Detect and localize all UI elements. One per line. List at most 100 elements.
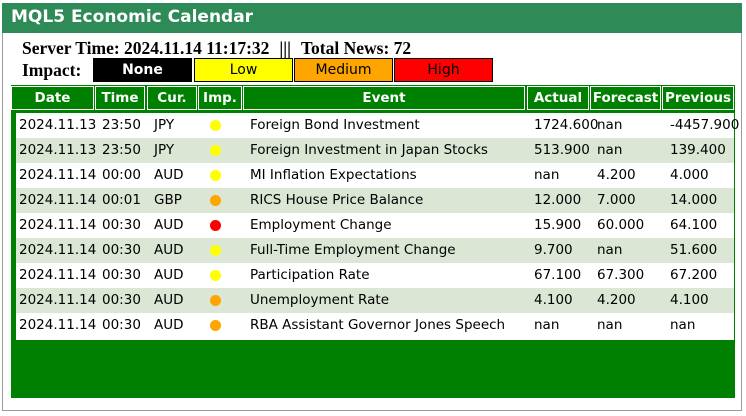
impact-none-button[interactable]: None bbox=[93, 58, 192, 82]
cell-date: 2024.11.14 bbox=[19, 317, 97, 333]
cell-forecast: 60.000 bbox=[597, 217, 645, 233]
importance-medium-icon bbox=[210, 295, 221, 306]
cell-forecast: 7.000 bbox=[597, 192, 636, 208]
cell-event: Foreign Bond Investment bbox=[250, 117, 420, 133]
table-row: 2024.11.14 00:00 AUD MI Inflation Expectati… bbox=[16, 163, 734, 188]
separator: ||| bbox=[279, 38, 291, 58]
importance-low-icon bbox=[210, 245, 221, 256]
cell-time: 00:30 bbox=[102, 267, 141, 283]
cell-previous: 14.000 bbox=[670, 192, 718, 208]
cell-previous: 139.400 bbox=[670, 142, 726, 158]
impact-low-button[interactable]: Low bbox=[194, 58, 293, 82]
cell-event: RICS House Price Balance bbox=[250, 192, 424, 208]
cell-actual: nan bbox=[534, 167, 560, 183]
table-row: 2024.11.13 23:50 JPY Foreign Investment in … bbox=[16, 138, 734, 163]
cell-previous: 4.100 bbox=[670, 292, 709, 308]
table-row: 2024.11.14 00:30 AUD Full-Time Employment C… bbox=[16, 238, 734, 263]
importance-low-icon bbox=[210, 120, 221, 131]
column-header-importance[interactable]: Imp. bbox=[198, 86, 242, 110]
column-header-event[interactable]: Event bbox=[243, 86, 525, 110]
importance-high-icon bbox=[210, 220, 221, 231]
cell-currency: AUD bbox=[154, 167, 184, 183]
cell-forecast: nan bbox=[597, 117, 623, 133]
table-row: 2024.11.14 00:30 AUD Employment Change 15.90… bbox=[16, 213, 734, 238]
cell-previous: 4.000 bbox=[670, 167, 709, 183]
cell-forecast: 4.200 bbox=[597, 167, 636, 183]
cell-date: 2024.11.13 bbox=[19, 142, 97, 158]
cell-event: Unemployment Rate bbox=[250, 292, 390, 308]
cell-time: 00:01 bbox=[102, 192, 141, 208]
cell-actual: 1724.600 bbox=[534, 117, 599, 133]
column-header-forecast[interactable]: Forecast bbox=[590, 86, 661, 110]
title-bar: MQL5 Economic Calendar bbox=[2, 3, 742, 33]
cell-currency: AUD bbox=[154, 292, 184, 308]
column-header-currency[interactable]: Cur. bbox=[147, 86, 197, 110]
cell-previous: 67.200 bbox=[670, 267, 718, 283]
cell-date: 2024.11.14 bbox=[19, 267, 97, 283]
cell-currency: AUD bbox=[154, 242, 184, 258]
cell-event: RBA Assistant Governor Jones Speech bbox=[250, 317, 506, 333]
table-row: 2024.11.14 00:30 AUD Unemployment Rate 4.100… bbox=[16, 288, 734, 313]
cell-event: Employment Change bbox=[250, 217, 392, 233]
importance-medium-icon bbox=[210, 320, 221, 331]
cell-previous: 64.100 bbox=[670, 217, 718, 233]
column-header-previous[interactable]: Previous bbox=[662, 86, 734, 110]
column-header-time[interactable]: Time bbox=[95, 86, 145, 110]
cell-previous: -4457.900 bbox=[670, 117, 740, 133]
cell-currency: JPY bbox=[154, 142, 175, 158]
cell-date: 2024.11.14 bbox=[19, 192, 97, 208]
column-header-date[interactable]: Date bbox=[11, 86, 94, 110]
cell-time: 00:30 bbox=[102, 242, 141, 258]
cell-date: 2024.11.14 bbox=[19, 167, 97, 183]
importance-low-icon bbox=[210, 145, 221, 156]
cell-currency: AUD bbox=[154, 317, 184, 333]
cell-event: Foreign Investment in Japan Stocks bbox=[250, 142, 488, 158]
cell-date: 2024.11.13 bbox=[19, 117, 97, 133]
table-row: 2024.11.13 23:50 JPY Foreign Bond Investmen… bbox=[16, 113, 739, 138]
impact-label: Impact: bbox=[22, 60, 82, 80]
column-header-actual[interactable]: Actual bbox=[527, 86, 589, 110]
cell-time: 23:50 bbox=[102, 142, 141, 158]
cell-time: 00:00 bbox=[102, 167, 141, 183]
importance-medium-icon bbox=[210, 195, 221, 206]
cell-actual: 513.900 bbox=[534, 142, 590, 158]
cell-forecast: nan bbox=[597, 242, 623, 258]
total-news: Total News: 72 bbox=[300, 38, 412, 58]
cell-forecast: nan bbox=[597, 317, 623, 333]
cell-event: Participation Rate bbox=[250, 267, 370, 283]
cell-currency: AUD bbox=[154, 267, 184, 283]
cell-date: 2024.11.14 bbox=[19, 292, 97, 308]
importance-low-icon bbox=[210, 270, 221, 281]
importance-low-icon bbox=[210, 170, 221, 181]
app-title: MQL5 Economic Calendar bbox=[11, 7, 254, 27]
cell-time: 00:30 bbox=[102, 292, 141, 308]
cell-time: 00:30 bbox=[102, 317, 141, 333]
cell-time: 23:50 bbox=[102, 117, 141, 133]
impact-high-button[interactable]: High bbox=[394, 58, 493, 82]
cell-forecast: nan bbox=[597, 142, 623, 158]
table-row: 2024.11.14 00:30 AUD Participation Rate 67.1… bbox=[16, 263, 734, 288]
cell-actual: 9.700 bbox=[534, 242, 573, 258]
cell-event: MI Inflation Expectations bbox=[250, 167, 417, 183]
cell-actual: nan bbox=[534, 317, 560, 333]
events-list: 2024.11.13 23:50 JPY Foreign Bond Investmen… bbox=[16, 113, 739, 340]
cell-event: Full-Time Employment Change bbox=[250, 242, 456, 258]
cell-currency: AUD bbox=[154, 217, 184, 233]
table-row: 2024.11.14 00:01 GBP RICS House Price Balan… bbox=[16, 188, 734, 213]
cell-forecast: 4.200 bbox=[597, 292, 636, 308]
cell-currency: JPY bbox=[154, 117, 175, 133]
cell-actual: 15.900 bbox=[534, 217, 582, 233]
cell-currency: GBP bbox=[154, 192, 182, 208]
cell-date: 2024.11.14 bbox=[19, 242, 97, 258]
cell-actual: 12.000 bbox=[534, 192, 582, 208]
table-row: 2024.11.14 00:30 AUD RBA Assistant Governor… bbox=[16, 313, 734, 338]
server-info: Server Time: 2024.11.14 11:17:32 ||| Total… bbox=[22, 38, 411, 59]
cell-forecast: 67.300 bbox=[597, 267, 645, 283]
cell-actual: 67.100 bbox=[534, 267, 582, 283]
server-time: Server Time: 2024.11.14 11:17:32 bbox=[22, 38, 270, 58]
cell-actual: 4.100 bbox=[534, 292, 573, 308]
cell-previous: nan bbox=[670, 317, 696, 333]
impact-medium-button[interactable]: Medium bbox=[294, 58, 393, 82]
cell-time: 00:30 bbox=[102, 217, 141, 233]
cell-previous: 51.600 bbox=[670, 242, 718, 258]
